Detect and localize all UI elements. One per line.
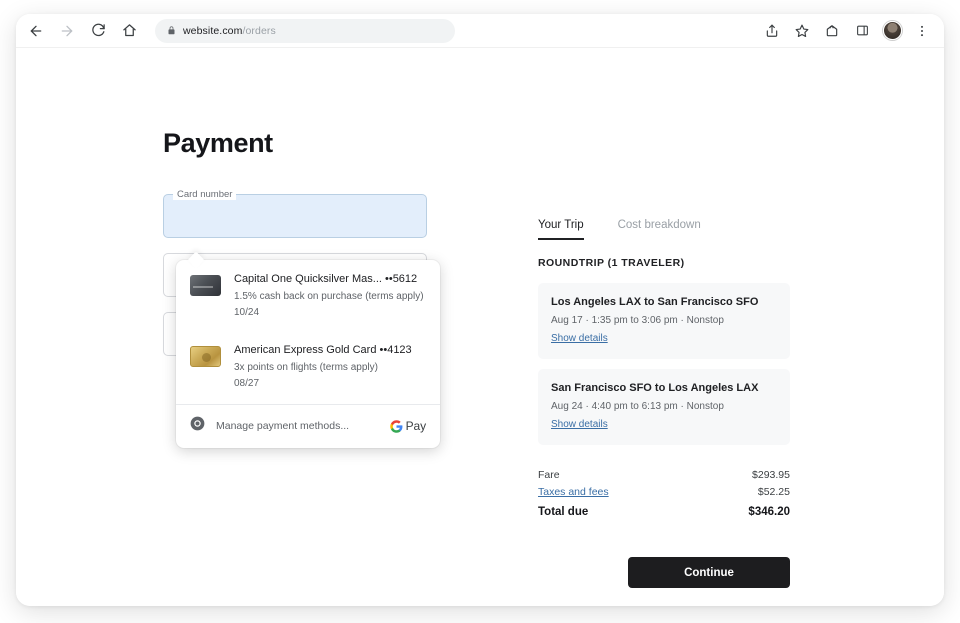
card-number-label: Card number	[173, 189, 236, 200]
price-row-total: Total due $346.20	[538, 504, 790, 521]
side-panel-icon[interactable]	[848, 17, 876, 45]
flight-route: San Francisco SFO to Los Angeles LAX	[551, 381, 777, 396]
suggestion-text: American Express Gold Card ••4123 3x poi…	[234, 343, 426, 391]
google-g-icon	[390, 420, 403, 433]
price-label: Total due	[538, 504, 588, 521]
manage-payment-methods-label: Manage payment methods...	[216, 420, 379, 432]
chrome-icon	[190, 416, 205, 436]
show-details-link[interactable]: Show details	[551, 417, 608, 432]
continue-button[interactable]: Continue	[628, 557, 790, 588]
summary-tabs: Your Trip Cost breakdown	[538, 218, 790, 240]
browser-window: website.com/orders Payment	[16, 14, 944, 606]
taxes-and-fees-link[interactable]: Taxes and fees	[538, 484, 609, 501]
autofill-suggestion[interactable]: Capital One Quicksilver Mas... ••5612 1.…	[176, 260, 440, 331]
credit-card-gold-icon	[190, 346, 221, 367]
page-content: Payment Card number Capital One Quicksil…	[16, 48, 944, 606]
tab-your-trip[interactable]: Your Trip	[538, 218, 584, 240]
google-pay-label: Pay	[406, 419, 426, 433]
avatar[interactable]	[878, 17, 906, 45]
navigation-controls	[16, 17, 143, 45]
flight-route: Los Angeles LAX to San Francisco SFO	[551, 295, 777, 310]
page-title: Payment	[163, 128, 273, 159]
suggestion-text: Capital One Quicksilver Mas... ••5612 1.…	[234, 272, 426, 320]
price-breakdown: Fare $293.95 Taxes and fees $52.25 Total…	[538, 467, 790, 521]
home-icon[interactable]	[115, 17, 143, 45]
price-amount: $52.25	[758, 484, 790, 501]
flight-card: San Francisco SFO to Los Angeles LAX Aug…	[538, 369, 790, 445]
price-row-taxes: Taxes and fees $52.25	[538, 484, 790, 501]
roundtrip-heading: ROUNDTRIP (1 TRAVELER)	[538, 257, 790, 269]
kebab-menu-icon[interactable]	[908, 17, 936, 45]
forward-arrow-icon[interactable]	[53, 17, 81, 45]
suggestion-expiry: 08/27	[234, 376, 426, 391]
browser-toolbar: website.com/orders	[16, 14, 944, 48]
manage-payment-methods-row[interactable]: Manage payment methods... Pay	[176, 405, 440, 448]
url-path: /orders	[242, 25, 275, 37]
autofill-dropdown: Capital One Quicksilver Mas... ••5612 1.…	[176, 260, 440, 448]
show-details-link[interactable]: Show details	[551, 331, 608, 346]
suggestion-subtitle: 3x points on flights (terms apply)	[234, 360, 426, 375]
flight-card: Los Angeles LAX to San Francisco SFO Aug…	[538, 283, 790, 359]
url-text: website.com/orders	[183, 25, 276, 37]
suggestion-title: American Express Gold Card ••4123	[234, 343, 426, 358]
autofill-suggestion[interactable]: American Express Gold Card ••4123 3x poi…	[176, 331, 440, 402]
suggestion-title: Capital One Quicksilver Mas... ••5612	[234, 272, 426, 287]
reload-icon[interactable]	[84, 17, 112, 45]
credit-card-dark-icon	[190, 275, 221, 296]
extensions-icon[interactable]	[818, 17, 846, 45]
price-amount: $346.20	[748, 504, 790, 521]
price-amount: $293.95	[752, 467, 790, 484]
trip-summary: Your Trip Cost breakdown ROUNDTRIP (1 TR…	[538, 218, 790, 588]
price-label: Fare	[538, 467, 560, 484]
google-pay-logo: Pay	[390, 419, 426, 433]
suggestion-expiry: 10/24	[234, 305, 426, 320]
star-icon[interactable]	[788, 17, 816, 45]
flight-details: Aug 17 · 1:35 pm to 3:06 pm · Nonstop	[551, 313, 777, 328]
url-domain: website.com	[183, 25, 242, 37]
tab-cost-breakdown[interactable]: Cost breakdown	[618, 218, 701, 238]
card-number-input[interactable]: Card number	[163, 194, 427, 238]
price-row-fare: Fare $293.95	[538, 467, 790, 484]
lock-icon	[167, 25, 176, 36]
address-bar[interactable]: website.com/orders	[155, 19, 455, 43]
back-arrow-icon[interactable]	[22, 17, 50, 45]
toolbar-actions	[758, 17, 944, 45]
suggestion-subtitle: 1.5% cash back on purchase (terms apply)	[234, 289, 426, 304]
share-icon[interactable]	[758, 17, 786, 45]
flight-details: Aug 24 · 4:40 pm to 6:13 pm · Nonstop	[551, 399, 777, 414]
